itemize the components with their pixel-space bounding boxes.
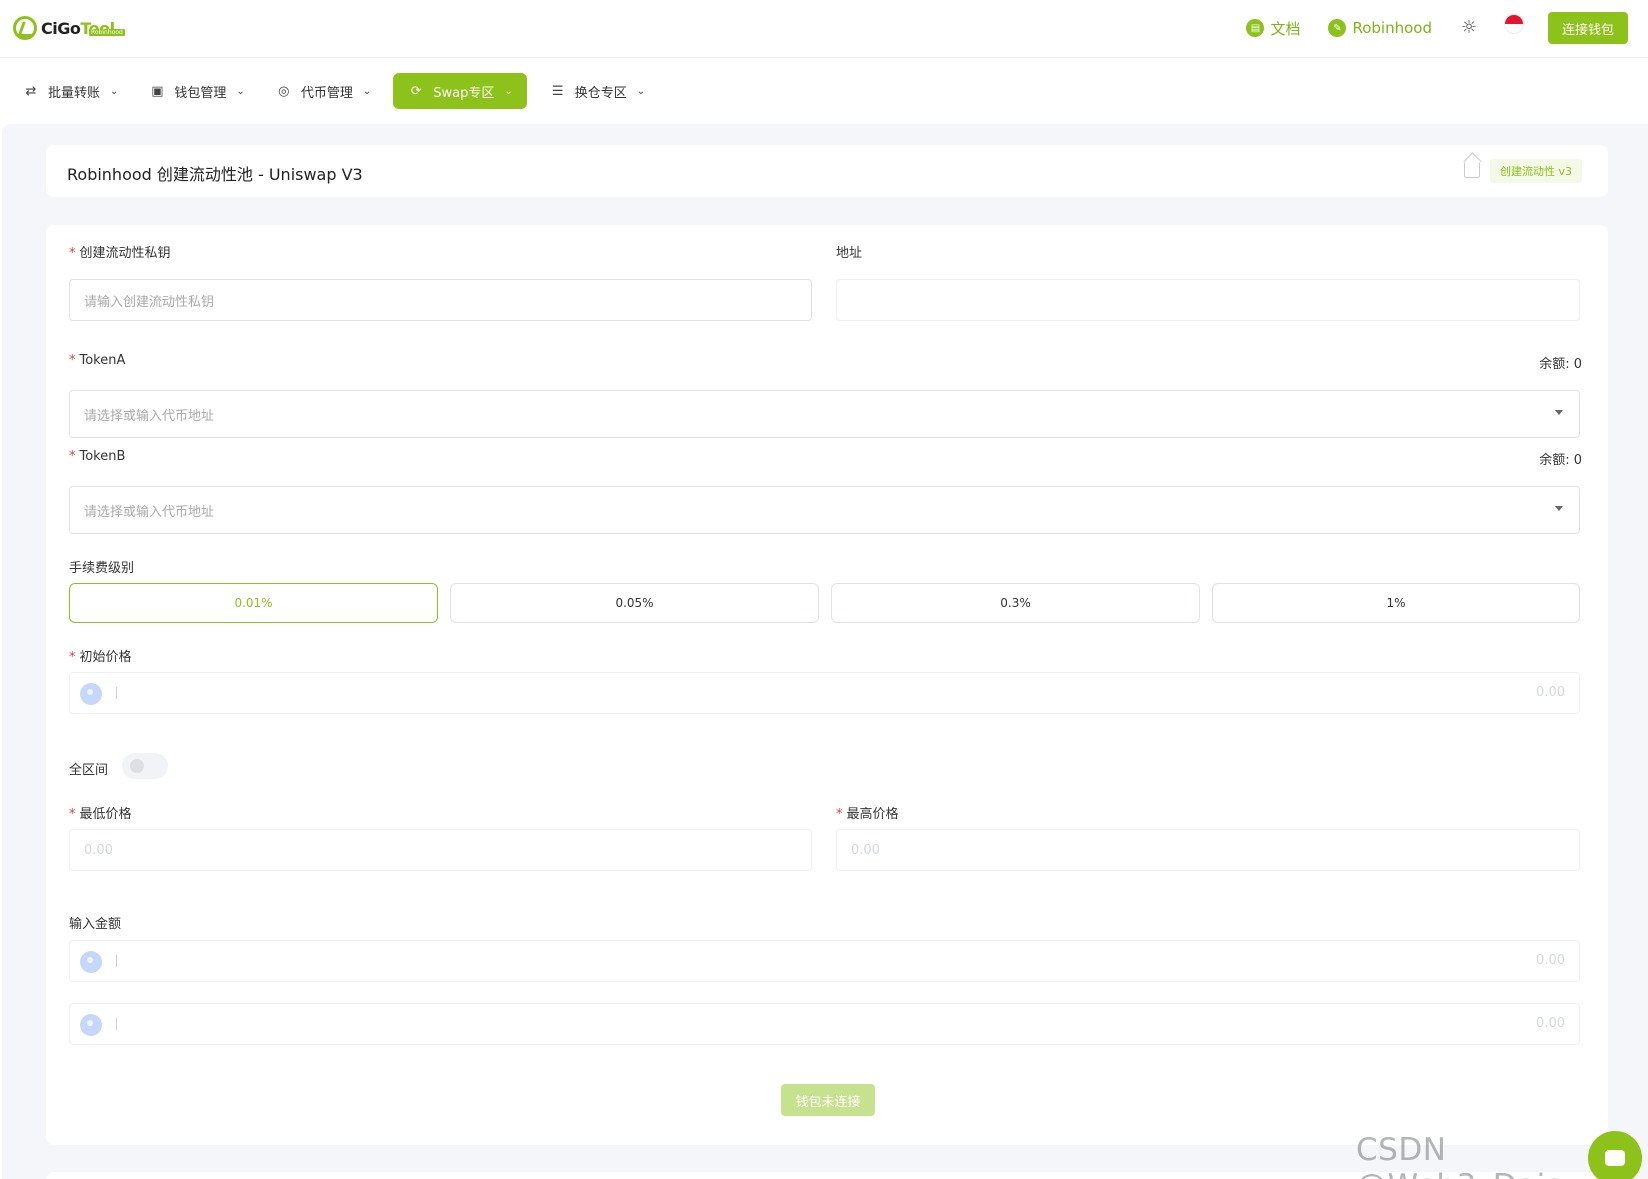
- theme-toggle-sun-icon[interactable]: ☼: [1460, 19, 1478, 37]
- logo-subtitle: Robinhood: [89, 29, 125, 36]
- create-pool-form: * 创建流动性私钥 请输入创建流动性私钥 地址 * TokenA 余额: 0 请选择…: [46, 225, 1608, 1145]
- token-a-placeholder: 请选择或输入代币地址: [84, 408, 215, 424]
- menu-token-management[interactable]: ◎ 代币管理 ⌄: [267, 73, 379, 109]
- full-range-label: 全区间: [69, 763, 109, 778]
- logo[interactable]: CiGoTool Robinhood: [13, 16, 125, 40]
- menu-label: Swap专区: [433, 85, 495, 101]
- private-key-input[interactable]: 请输入创建流动性私钥: [69, 279, 812, 321]
- token-logo-icon: [80, 1014, 102, 1036]
- token-a-balance: 余额: 0: [1539, 357, 1582, 372]
- full-range-toggle[interactable]: [122, 753, 168, 779]
- swap-icon: ⟳: [410, 83, 422, 99]
- logo-icon: [13, 16, 37, 40]
- feather-icon: ✎: [1328, 19, 1347, 37]
- menu-wallet-management[interactable]: ▣ 钱包管理 ⌄: [140, 73, 252, 109]
- private-key-placeholder: 请输入创建流动性私钥: [84, 294, 215, 310]
- token-b-select[interactable]: 请选择或输入代币地址: [69, 486, 1580, 534]
- address-label: 地址: [836, 246, 863, 261]
- chevron-down-icon: ⌄: [236, 85, 245, 97]
- text-cursor: [116, 1018, 117, 1030]
- coin-icon: ◎: [278, 83, 290, 99]
- min-price-label: * 最低价格: [69, 807, 132, 822]
- chevron-down-icon: ⌄: [636, 85, 646, 97]
- fee-tier-label: 手续费级别: [69, 561, 135, 576]
- initial-price-label: * 初始价格: [69, 650, 132, 665]
- menu-position-swap[interactable]: ☰ 换仓专区 ⌄: [541, 73, 653, 109]
- fee-option-0-3[interactable]: 0.3%: [831, 583, 1200, 623]
- chevron-down-icon: ⌄: [110, 85, 119, 97]
- wallet-not-connected-button[interactable]: 钱包未连接: [781, 1084, 875, 1116]
- token-logo-icon: [80, 683, 102, 705]
- fee-option-1[interactable]: 1%: [1212, 583, 1580, 623]
- fee-option-0-01[interactable]: 0.01%: [69, 583, 438, 623]
- address-field: [836, 279, 1580, 321]
- max-price-placeholder: 0.00: [851, 842, 880, 858]
- initial-price-placeholder: 0.00: [1536, 685, 1565, 700]
- menu-label: 换仓专区: [574, 85, 627, 101]
- text-cursor: [116, 687, 117, 699]
- amount-b-placeholder: 0.00: [1536, 1016, 1565, 1031]
- chevron-down-icon: ⌄: [504, 85, 513, 97]
- breadcrumb-tag[interactable]: 创建流动性 v3: [1489, 159, 1582, 183]
- header-actions: ▤ 文档 ✎ Robinhood ☼ 连接钱包: [1246, 12, 1628, 44]
- text-cursor: [116, 955, 117, 967]
- menu-label: 钱包管理: [174, 85, 227, 101]
- token-b-label: * TokenB: [69, 449, 126, 464]
- fee-option-0-05[interactable]: 0.05%: [450, 583, 819, 623]
- home-icon[interactable]: [1464, 162, 1480, 178]
- menu-label: 批量转账: [48, 85, 101, 101]
- menu-swap-zone[interactable]: ⟳ Swap专区 ⌄: [393, 73, 527, 109]
- network-selector[interactable]: ✎ Robinhood: [1328, 19, 1432, 37]
- token-a-select[interactable]: 请选择或输入代币地址: [69, 390, 1580, 438]
- wallet-icon: ▣: [151, 83, 164, 99]
- stack-icon: ☰: [551, 83, 564, 99]
- amount-b-input[interactable]: 0.00: [69, 1003, 1580, 1045]
- docs-link[interactable]: ▤ 文档: [1246, 18, 1300, 39]
- menu-batch-transfer[interactable]: ⇄ 批量转账 ⌄: [14, 73, 126, 109]
- amount-a-input[interactable]: 0.00: [69, 940, 1580, 982]
- initial-price-input[interactable]: 0.00: [69, 672, 1580, 714]
- private-key-label: * 创建流动性私钥: [69, 246, 171, 261]
- docs-label: 文档: [1270, 19, 1301, 38]
- top-header: CiGoTool Robinhood ▤ 文档 ✎ Robinhood ☼ 连接…: [0, 0, 1648, 58]
- page-title: Robinhood 创建流动性池 - Uniswap V3: [67, 165, 363, 184]
- main-menu: ⇄ 批量转账 ⌄ ▣ 钱包管理 ⌄ ◎ 代币管理 ⌄ ⟳ Swap专区 ⌄ ☰ …: [0, 66, 1648, 116]
- amount-a-placeholder: 0.00: [1536, 953, 1565, 968]
- connect-wallet-button[interactable]: 连接钱包: [1547, 12, 1628, 44]
- amount-label: 输入金额: [69, 917, 122, 932]
- min-price-input[interactable]: 0.00: [69, 829, 812, 871]
- max-price-input[interactable]: 0.00: [836, 829, 1580, 871]
- min-price-placeholder: 0.00: [84, 842, 113, 858]
- document-icon: ▤: [1246, 19, 1265, 37]
- max-price-label: * 最高价格: [836, 807, 899, 822]
- token-logo-icon: [80, 951, 102, 973]
- transfer-icon: ⇄: [25, 83, 37, 99]
- token-b-placeholder: 请选择或输入代币地址: [84, 504, 215, 520]
- token-a-label: * TokenA: [69, 353, 126, 368]
- page-title-card: Robinhood 创建流动性池 - Uniswap V3 创建流动性 v3: [46, 145, 1608, 197]
- chevron-down-icon: ⌄: [362, 85, 372, 97]
- chat-float-button[interactable]: [1588, 1131, 1642, 1179]
- network-label: Robinhood: [1352, 19, 1432, 37]
- language-flag-icon[interactable]: [1503, 14, 1524, 34]
- token-b-balance: 余额: 0: [1539, 453, 1582, 468]
- menu-label: 代币管理: [300, 85, 353, 101]
